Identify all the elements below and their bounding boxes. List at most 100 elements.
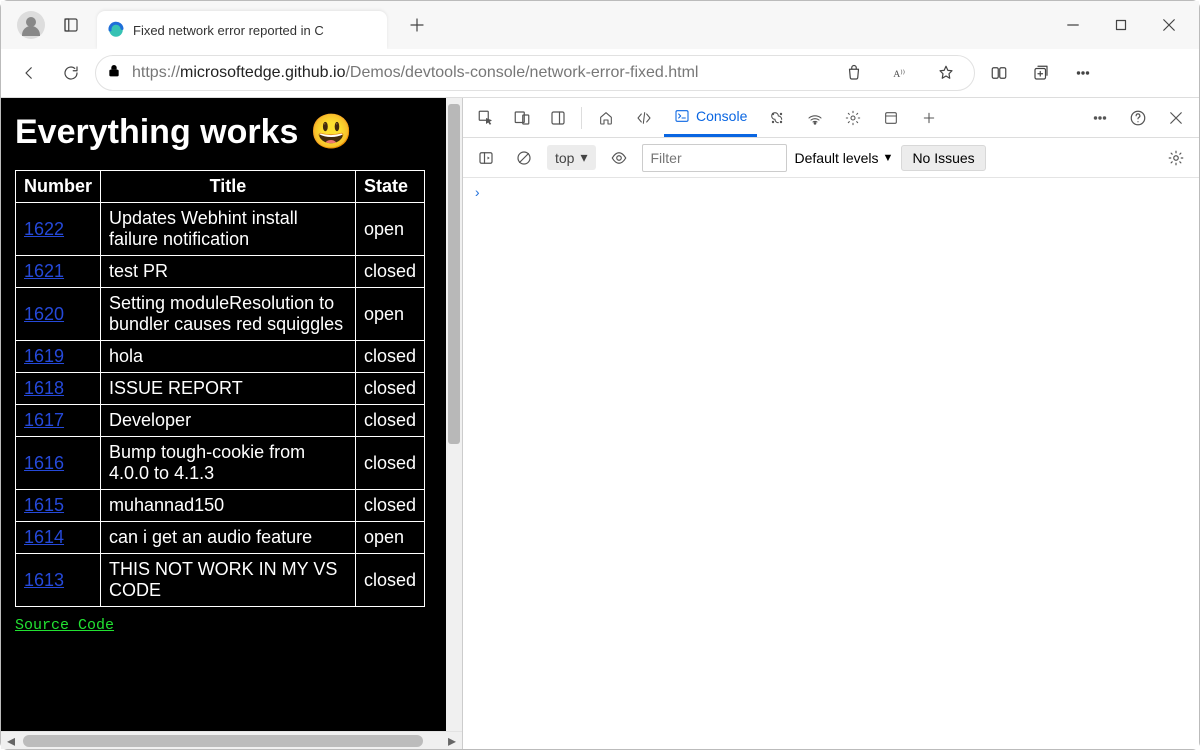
issue-state-cell: closed <box>355 437 424 490</box>
issue-number-link[interactable]: 1622 <box>24 219 64 239</box>
devtools-close-icon[interactable] <box>1159 101 1193 135</box>
tab-sources[interactable] <box>759 99 795 137</box>
tab-console-label: Console <box>696 108 747 124</box>
clear-console-icon[interactable] <box>509 143 539 173</box>
table-row: 1620 Setting moduleResolution to bundler … <box>16 288 425 341</box>
browser-toolbar: https://microsoftedge.github.io/Demos/de… <box>1 49 1199 97</box>
read-aloud-icon[interactable]: A⁾⁾ <box>882 55 918 91</box>
issue-state-cell: open <box>355 203 424 256</box>
devtools-help-icon[interactable] <box>1121 101 1155 135</box>
vertical-scrollbar[interactable] <box>446 98 462 731</box>
console-prompt: › <box>473 186 481 202</box>
browser-tab-strip: Fixed network error reported in C <box>1 1 1199 49</box>
dock-side-icon[interactable] <box>541 101 575 135</box>
svg-text:A⁾⁾: A⁾⁾ <box>893 69 905 80</box>
tab-performance[interactable] <box>835 99 871 137</box>
more-menu-icon[interactable] <box>1065 55 1101 91</box>
tab-network[interactable] <box>797 99 833 137</box>
refresh-button[interactable] <box>53 55 89 91</box>
tab-actions-icon[interactable] <box>53 7 89 43</box>
tab-console[interactable]: Console <box>664 99 757 137</box>
shopping-icon[interactable] <box>836 55 872 91</box>
table-row: 1613THIS NOT WORK IN MY VS CODEclosed <box>16 554 425 607</box>
scroll-right-arrow[interactable]: ▸ <box>444 733 460 749</box>
window-minimize-button[interactable] <box>1051 7 1095 43</box>
issue-title-cell: ISSUE REPORT <box>101 373 356 405</box>
issue-title-cell: muhannad150 <box>101 490 356 522</box>
split-screen-icon[interactable] <box>981 55 1017 91</box>
dropdown-caret-icon: ▾ <box>580 149 587 166</box>
page-heading: Everything works 😃 <box>15 112 422 152</box>
console-filter-input[interactable] <box>642 144 787 172</box>
smile-emoji-icon: 😃 <box>310 112 352 152</box>
issue-number-link[interactable]: 1614 <box>24 527 64 547</box>
issue-state-cell: closed <box>355 256 424 288</box>
back-button[interactable] <box>11 55 47 91</box>
issue-title-cell: Updates Webhint install failure notifica… <box>101 203 356 256</box>
horizontal-scroll-thumb[interactable] <box>23 735 423 747</box>
log-levels-selector[interactable]: Default levels ▼ <box>795 150 894 166</box>
issue-title-cell: hola <box>101 341 356 373</box>
issues-table: Number Title State 1622Updates Webhint i… <box>15 170 425 607</box>
device-toggle-icon[interactable] <box>505 101 539 135</box>
console-toolbar: top ▾ Default levels ▼ No Issues <box>463 138 1199 178</box>
issues-label: No Issues <box>912 150 974 166</box>
table-row: 1616 Bump tough-cookie from 4.0.0 to 4.1.… <box>16 437 425 490</box>
issue-state-cell: closed <box>355 405 424 437</box>
scroll-left-arrow[interactable]: ◂ <box>3 733 19 749</box>
browser-tab-title: Fixed network error reported in C <box>133 23 356 38</box>
col-title: Title <box>101 171 356 203</box>
tab-close-icon[interactable] <box>364 21 377 39</box>
devtools-more-icon[interactable] <box>1083 101 1117 135</box>
browser-tab[interactable]: Fixed network error reported in C <box>97 11 387 49</box>
tab-elements[interactable] <box>626 99 662 137</box>
page-content-pane: Everything works 😃 Number Title State 16… <box>1 98 463 749</box>
source-code-link[interactable]: Source Code <box>15 617 114 634</box>
issue-title-cell: test PR <box>101 256 356 288</box>
col-number: Number <box>16 171 101 203</box>
collections-icon[interactable] <box>1023 55 1059 91</box>
issue-title-cell: can i get an audio feature <box>101 522 356 554</box>
table-row: 1615muhannad150closed <box>16 490 425 522</box>
toggle-sidebar-icon[interactable] <box>471 143 501 173</box>
favorite-icon[interactable] <box>928 55 964 91</box>
issue-number-link[interactable]: 1615 <box>24 495 64 515</box>
log-levels-label: Default levels <box>795 150 879 166</box>
table-row: 1622 Updates Webhint install failure noti… <box>16 203 425 256</box>
issue-number-link[interactable]: 1616 <box>24 453 64 473</box>
table-row: 1619 holaclosed <box>16 341 425 373</box>
table-row: 1618ISSUE REPORTclosed <box>16 373 425 405</box>
issue-number-link[interactable]: 1613 <box>24 570 64 590</box>
issue-state-cell: closed <box>355 341 424 373</box>
issue-number-link[interactable]: 1618 <box>24 378 64 398</box>
tab-more[interactable] <box>911 99 947 137</box>
devtools-tab-bar: Console <box>463 98 1199 138</box>
site-info-icon[interactable] <box>106 63 122 84</box>
page-viewport[interactable]: Everything works 😃 Number Title State 16… <box>1 98 462 731</box>
console-output[interactable]: › <box>463 178 1199 749</box>
new-tab-button[interactable] <box>399 7 435 43</box>
issue-number-link[interactable]: 1620 <box>24 304 64 324</box>
issue-title-cell: Bump tough-cookie from 4.0.0 to 4.1.3 <box>101 437 356 490</box>
table-row: 1617 Developerclosed <box>16 405 425 437</box>
window-maximize-button[interactable] <box>1099 7 1143 43</box>
issue-number-link[interactable]: 1619 <box>24 346 64 366</box>
profile-avatar[interactable] <box>17 11 45 39</box>
tab-application[interactable] <box>873 99 909 137</box>
vertical-scroll-thumb[interactable] <box>448 104 460 444</box>
window-close-button[interactable] <box>1147 7 1191 43</box>
live-expression-icon[interactable] <box>604 143 634 173</box>
inspect-icon[interactable] <box>469 101 503 135</box>
issue-number-link[interactable]: 1617 <box>24 410 64 430</box>
issues-button[interactable]: No Issues <box>901 145 985 171</box>
context-selector[interactable]: top ▾ <box>547 145 596 170</box>
horizontal-scrollbar[interactable]: ◂ ▸ <box>1 731 462 749</box>
issue-title-cell: Setting moduleResolution to bundler caus… <box>101 288 356 341</box>
tab-welcome[interactable] <box>588 99 624 137</box>
issue-state-cell: closed <box>355 554 424 607</box>
issue-number-link[interactable]: 1621 <box>24 261 64 281</box>
console-settings-icon[interactable] <box>1161 143 1191 173</box>
address-bar[interactable]: https://microsoftedge.github.io/Demos/de… <box>95 55 975 91</box>
issue-title-cell: Developer <box>101 405 356 437</box>
edge-favicon-icon <box>107 21 125 39</box>
